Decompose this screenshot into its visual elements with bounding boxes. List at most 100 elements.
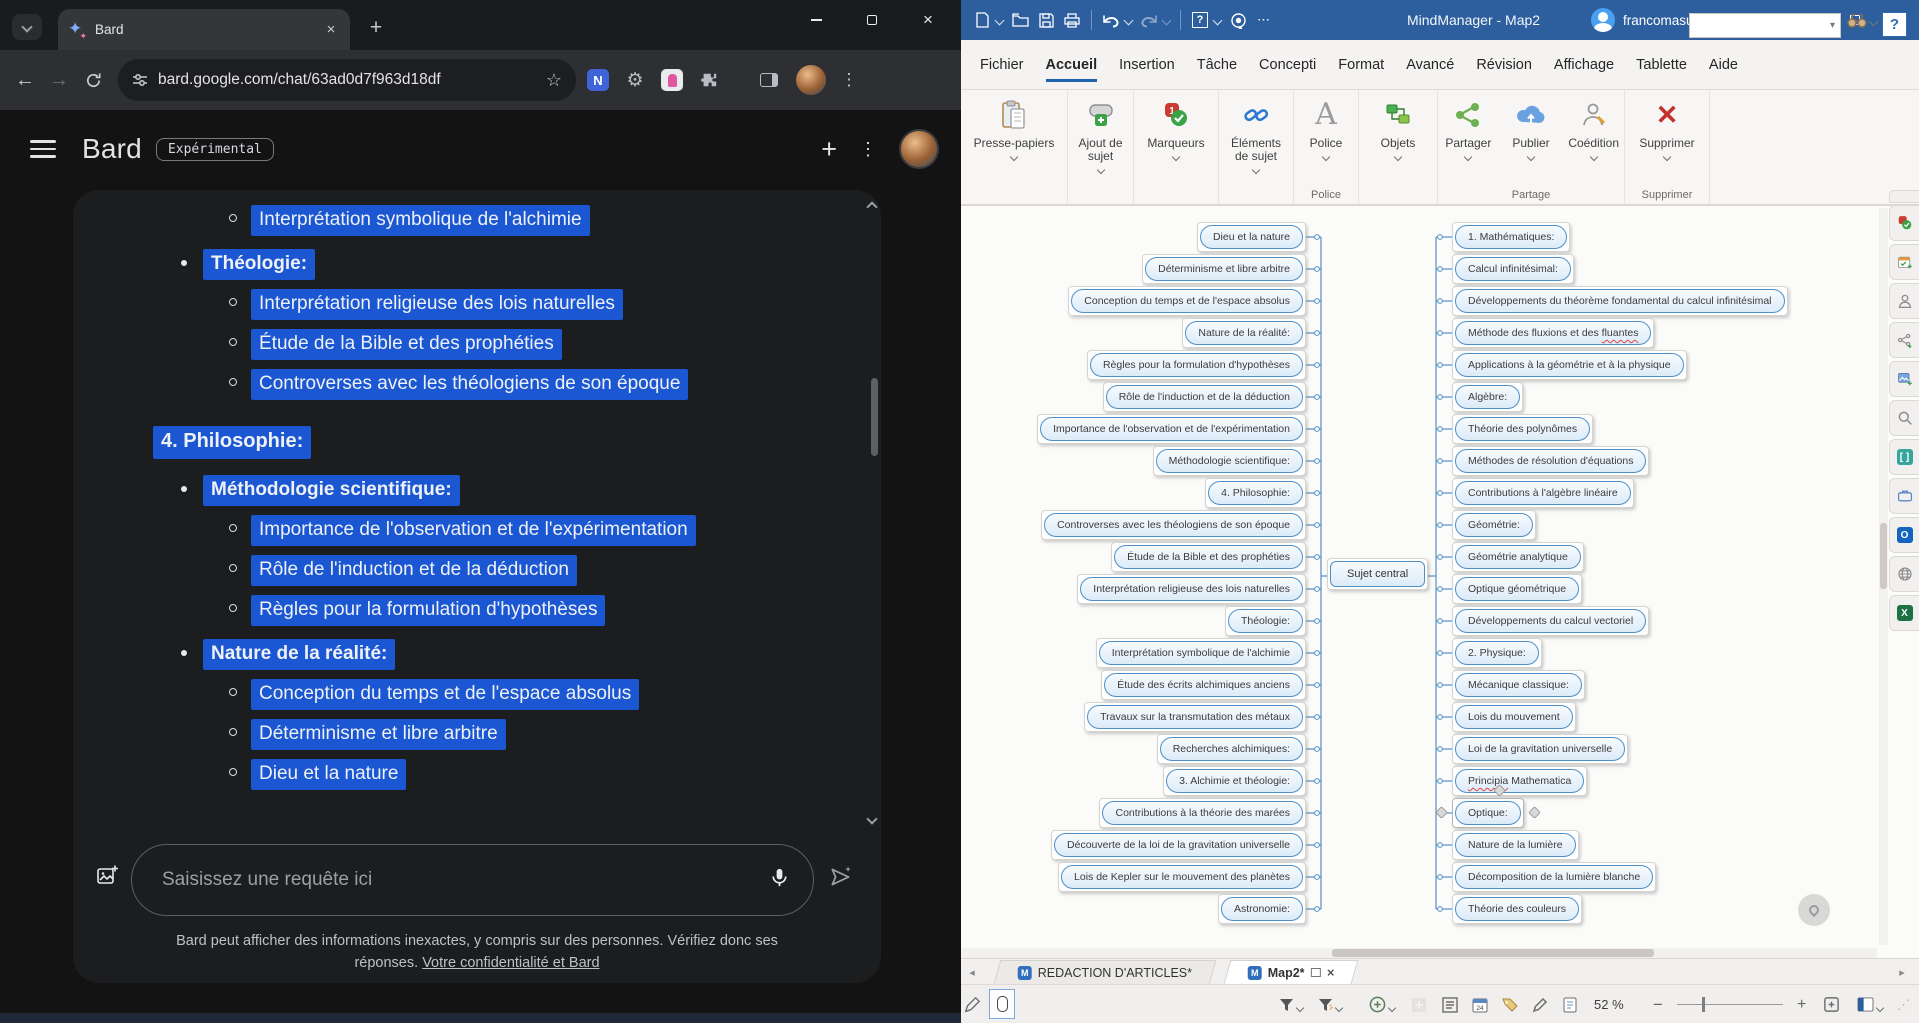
map-topic[interactable]: Théorie des couleurs	[1452, 894, 1582, 924]
pane-markers[interactable]	[1889, 205, 1919, 241]
mic-icon[interactable]	[768, 866, 791, 894]
map-topic[interactable]: Contributions à l'algèbre linéaire	[1452, 478, 1634, 508]
pane-fit-map[interactable]: [ ]	[1889, 439, 1919, 475]
ribbon-tab[interactable]: Accueil	[1035, 41, 1109, 89]
map-topic[interactable]: Étude de la Bible et des prophéties	[1111, 542, 1306, 572]
map-topic[interactable]: Travaux sur la transmutation des métaux	[1084, 702, 1306, 732]
ribbon-tab[interactable]: Avancé	[1395, 41, 1465, 89]
bard-profile-avatar[interactable]	[899, 129, 939, 169]
chevron-down-icon[interactable]	[1124, 15, 1134, 25]
map-topic[interactable]: Controverses avec les théologiens de son…	[1041, 510, 1306, 540]
map-topic[interactable]: Conception du temps et de l'espace absol…	[1068, 286, 1306, 316]
upload-image-button[interactable]	[95, 864, 119, 893]
map-topic[interactable]: Algèbre:	[1452, 382, 1523, 412]
find-binoculars-button[interactable]	[1847, 13, 1881, 29]
tab-search-button[interactable]	[12, 14, 42, 40]
tabs-scroll-left-icon[interactable]: ◂	[961, 960, 983, 984]
map-topic[interactable]: Méthodes de résolution d'équations	[1452, 446, 1649, 476]
map-topic[interactable]: Optique géométrique	[1452, 574, 1582, 604]
tab-close-icon[interactable]: ×	[1327, 965, 1335, 980]
window-close-button[interactable]: ×	[905, 0, 951, 40]
browser-menu-icon[interactable]: ⋮	[834, 65, 864, 95]
add-topic-button[interactable]: Ajout de sujet	[1068, 94, 1133, 204]
browser-tab-bard[interactable]: ✦✦ Bard ×	[58, 9, 350, 50]
redo-icon[interactable]	[1136, 7, 1162, 33]
vertical-scrollbar[interactable]	[1879, 208, 1888, 945]
map-topic[interactable]: Géométrie analytique	[1452, 542, 1584, 572]
outline-view-icon[interactable]	[1442, 985, 1458, 1023]
hamburger-menu-icon[interactable]	[30, 140, 56, 157]
fit-map-button[interactable]	[1823, 985, 1840, 1023]
open-file-icon[interactable]	[1007, 7, 1033, 33]
zoom-slider-thumb[interactable]	[1702, 997, 1705, 1012]
map-topic[interactable]: Lois du mouvement	[1452, 702, 1576, 732]
map-topic[interactable]: Lois de Kepler sur le mouvement des plan…	[1058, 862, 1306, 892]
location-button[interactable]	[1798, 894, 1830, 926]
map-canvas[interactable]: Dieu et la natureDéterminisme et libre a…	[961, 205, 1919, 958]
ribbon-tab[interactable]: Insertion	[1108, 41, 1186, 89]
map-topic[interactable]: Interprétation symbolique de l'alchimie	[1096, 638, 1306, 668]
power-filter-button[interactable]	[1318, 985, 1342, 1023]
bard-menu-kebab-icon[interactable]: ⋮	[859, 139, 877, 160]
map-topic-selected[interactable]: Optique:	[1452, 798, 1524, 828]
vertical-scrollbar-thumb[interactable]	[1880, 523, 1887, 589]
chat-scrollbar-thumb[interactable]	[871, 378, 878, 456]
map-topic[interactable]: Théorie des polynômes	[1452, 414, 1593, 444]
map-topic[interactable]: Étude des écrits alchimiques anciens	[1101, 670, 1306, 700]
extension-n-icon[interactable]: N	[583, 65, 613, 95]
map-topic[interactable]: Interprétation religieuse des lois natur…	[1077, 574, 1306, 604]
annotate-icon[interactable]	[1532, 985, 1548, 1023]
extension-pink-icon[interactable]	[657, 65, 687, 95]
map-topic[interactable]: Rôle de l'induction et de la déduction	[1103, 382, 1306, 412]
map-topic[interactable]: Astronomie:	[1218, 894, 1306, 924]
ribbon-tab[interactable]: Aide	[1698, 41, 1749, 89]
map-topic[interactable]: 3. Alchimie et théologie:	[1163, 766, 1306, 796]
markers-button[interactable]: 1 Marqueurs	[1134, 94, 1218, 204]
ribbon-tab[interactable]: Concepti	[1248, 41, 1327, 89]
delete-button[interactable]: ✕ Supprimer	[1625, 94, 1709, 204]
share-button[interactable]: Partager	[1438, 94, 1499, 204]
pane-web[interactable]	[1889, 556, 1919, 592]
ribbon-tab[interactable]: Fichier	[969, 41, 1035, 89]
pane-map-parts[interactable]	[1889, 322, 1919, 358]
map-topic[interactable]: Théologie:	[1225, 606, 1306, 636]
map-topic[interactable]: Règles pour la formulation d'hypothèses	[1087, 350, 1306, 380]
pane-excel[interactable]: X	[1889, 595, 1919, 631]
map-topic[interactable]: Recherches alchimiques:	[1157, 734, 1306, 764]
map-topic[interactable]: Applications à la géométrie et à la phys…	[1452, 350, 1687, 380]
pane-task-info[interactable]	[1889, 244, 1919, 280]
side-panel-icon[interactable]	[754, 65, 784, 95]
site-info-icon[interactable]	[132, 72, 148, 88]
coedit-button[interactable]: Coédition	[1563, 94, 1624, 204]
pane-library[interactable]	[1889, 361, 1919, 397]
map-topic[interactable]: Principia Mathematica	[1452, 766, 1587, 796]
ribbon-tab[interactable]: Tâche	[1186, 41, 1248, 89]
privacy-link[interactable]: Votre confidentialité et Bard	[422, 955, 599, 971]
help-button[interactable]: ?	[1882, 12, 1907, 37]
extensions-puzzle-icon[interactable]	[694, 65, 724, 95]
map-topic[interactable]: Contributions à la théorie des marées	[1099, 798, 1306, 828]
pane-search[interactable]	[1889, 400, 1919, 436]
add-view-button[interactable]	[1369, 985, 1395, 1023]
filter-button[interactable]	[1279, 985, 1303, 1023]
chevron-down-icon[interactable]: ▾	[1830, 20, 1835, 31]
save-icon[interactable]	[1033, 7, 1059, 33]
tabs-scroll-right-icon[interactable]: ▸	[1891, 960, 1913, 984]
map-topic[interactable]: Méthodologie scientifique:	[1153, 446, 1306, 476]
central-topic[interactable]: Sujet central	[1327, 558, 1428, 590]
pane-stub[interactable]	[1889, 190, 1919, 203]
notes-icon[interactable]	[1562, 985, 1578, 1023]
search-input[interactable]: ▾	[1689, 13, 1841, 38]
new-tab-button[interactable]: +	[362, 14, 390, 42]
panel-layout-button[interactable]	[1857, 985, 1883, 1023]
gear-icon[interactable]: ⚙	[620, 65, 650, 95]
map-topic[interactable]: Nature de la réalité:	[1182, 318, 1306, 348]
map-topic[interactable]: Décomposition de la lumière blanche	[1452, 862, 1656, 892]
tab-close-icon[interactable]: ×	[322, 21, 340, 39]
chevron-down-icon[interactable]	[1213, 15, 1223, 25]
doc-tab-map2[interactable]: M Map2* ×	[1224, 960, 1359, 984]
bookmark-star-icon[interactable]: ☆	[546, 70, 562, 91]
map-topic[interactable]: Calcul infinitésimal:	[1452, 254, 1574, 284]
undo-icon[interactable]	[1098, 7, 1124, 33]
pane-resources[interactable]	[1889, 283, 1919, 319]
